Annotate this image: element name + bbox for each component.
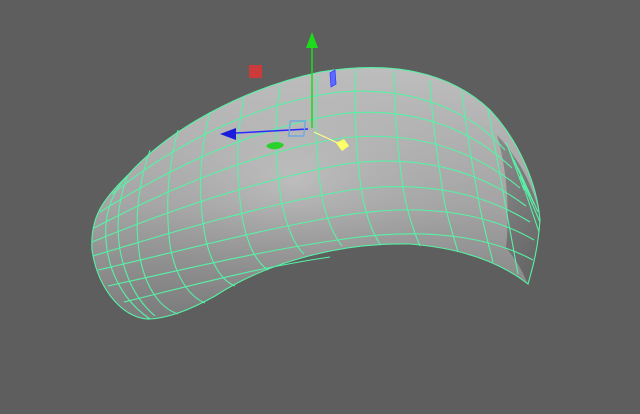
plane-handle-yz[interactable] — [329, 69, 337, 88]
plane-handle-xy[interactable] — [249, 65, 262, 78]
arrow-up-icon[interactable] — [306, 32, 318, 48]
3d-viewport[interactable] — [0, 0, 640, 414]
scene-canvas[interactable] — [0, 0, 640, 414]
